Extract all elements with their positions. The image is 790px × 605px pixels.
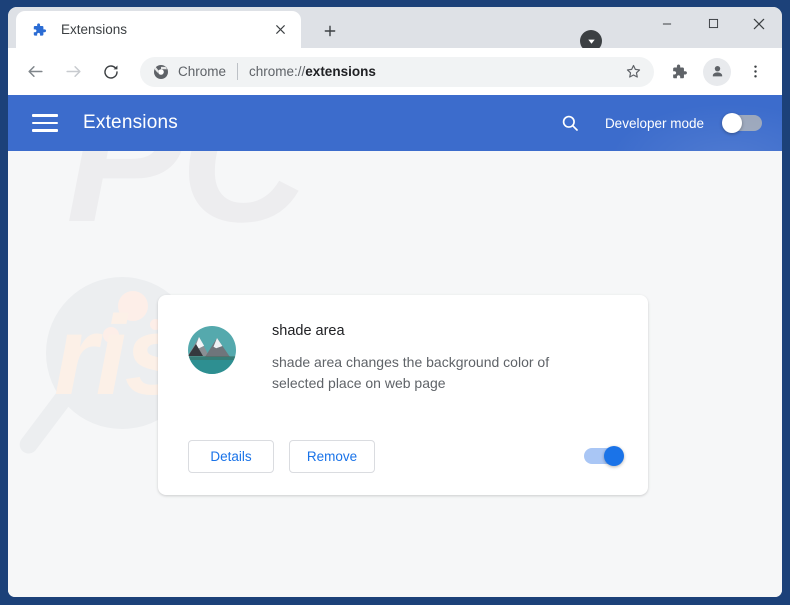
magnifying-glass-handle-watermark — [16, 385, 77, 458]
mountain-landscape-icon — [188, 326, 236, 374]
three-dot-menu-icon[interactable] — [740, 57, 770, 87]
minimize-button[interactable] — [644, 7, 690, 40]
omnibox-url[interactable]: chrome://extensions — [249, 64, 616, 79]
star-icon[interactable] — [620, 59, 646, 85]
extensions-header: Extensions Developer mode — [8, 95, 782, 151]
close-icon[interactable] — [269, 19, 291, 41]
developer-mode-label: Developer mode — [604, 115, 704, 131]
extensions-puzzle-icon[interactable] — [664, 57, 694, 87]
extension-info: shade area shade area changes the backgr… — [272, 323, 624, 394]
forward-arrow-icon[interactable] — [58, 57, 88, 87]
close-window-button[interactable] — [736, 7, 782, 40]
watermark-dot — [103, 327, 119, 343]
tab-extensions[interactable]: Extensions — [16, 11, 301, 48]
hamburger-menu-icon[interactable] — [32, 110, 58, 136]
tab-title: Extensions — [61, 22, 128, 37]
browser-window: Extensions Chrome chrome://extensions PC… — [0, 0, 790, 605]
omnibox-host: extensions — [305, 64, 376, 79]
window-controls — [644, 7, 782, 48]
extension-card-actions: Details Remove — [158, 417, 648, 495]
remove-button[interactable]: Remove — [289, 439, 375, 473]
extensions-page: PC risk.com Extensions Developer mode — [8, 95, 782, 597]
details-button[interactable]: Details — [188, 439, 274, 473]
maximize-button[interactable] — [690, 7, 736, 40]
toggle-knob — [722, 113, 742, 133]
toggle-knob — [604, 446, 624, 466]
new-tab-button[interactable] — [316, 17, 344, 45]
browser-window-inner: Extensions Chrome chrome://extensions PC… — [8, 7, 782, 597]
extension-enabled-toggle[interactable] — [582, 446, 624, 466]
reload-icon[interactable] — [96, 57, 126, 87]
extension-description: shade area changes the background color … — [272, 354, 550, 391]
chrome-logo-icon — [153, 64, 169, 80]
omnibox-scheme: chrome:// — [249, 64, 306, 79]
address-bar[interactable]: Chrome chrome://extensions — [140, 56, 654, 87]
watermark-dot — [118, 291, 148, 321]
extension-name: shade area — [272, 323, 345, 339]
browser-toolbar: Chrome chrome://extensions — [8, 48, 782, 95]
search-icon[interactable] — [555, 108, 585, 138]
page-title: Extensions — [83, 112, 178, 133]
extension-card: shade area shade area changes the backgr… — [158, 295, 648, 495]
extension-card-top: shade area shade area changes the backgr… — [158, 295, 648, 394]
omnibox-divider — [237, 63, 239, 80]
tab-strip: Extensions — [8, 7, 782, 52]
omnibox-site-label: Chrome — [178, 64, 227, 79]
back-arrow-icon[interactable] — [20, 57, 50, 87]
developer-mode-toggle[interactable] — [722, 113, 764, 133]
avatar[interactable] — [703, 57, 731, 86]
puzzle-piece-icon — [30, 21, 47, 38]
